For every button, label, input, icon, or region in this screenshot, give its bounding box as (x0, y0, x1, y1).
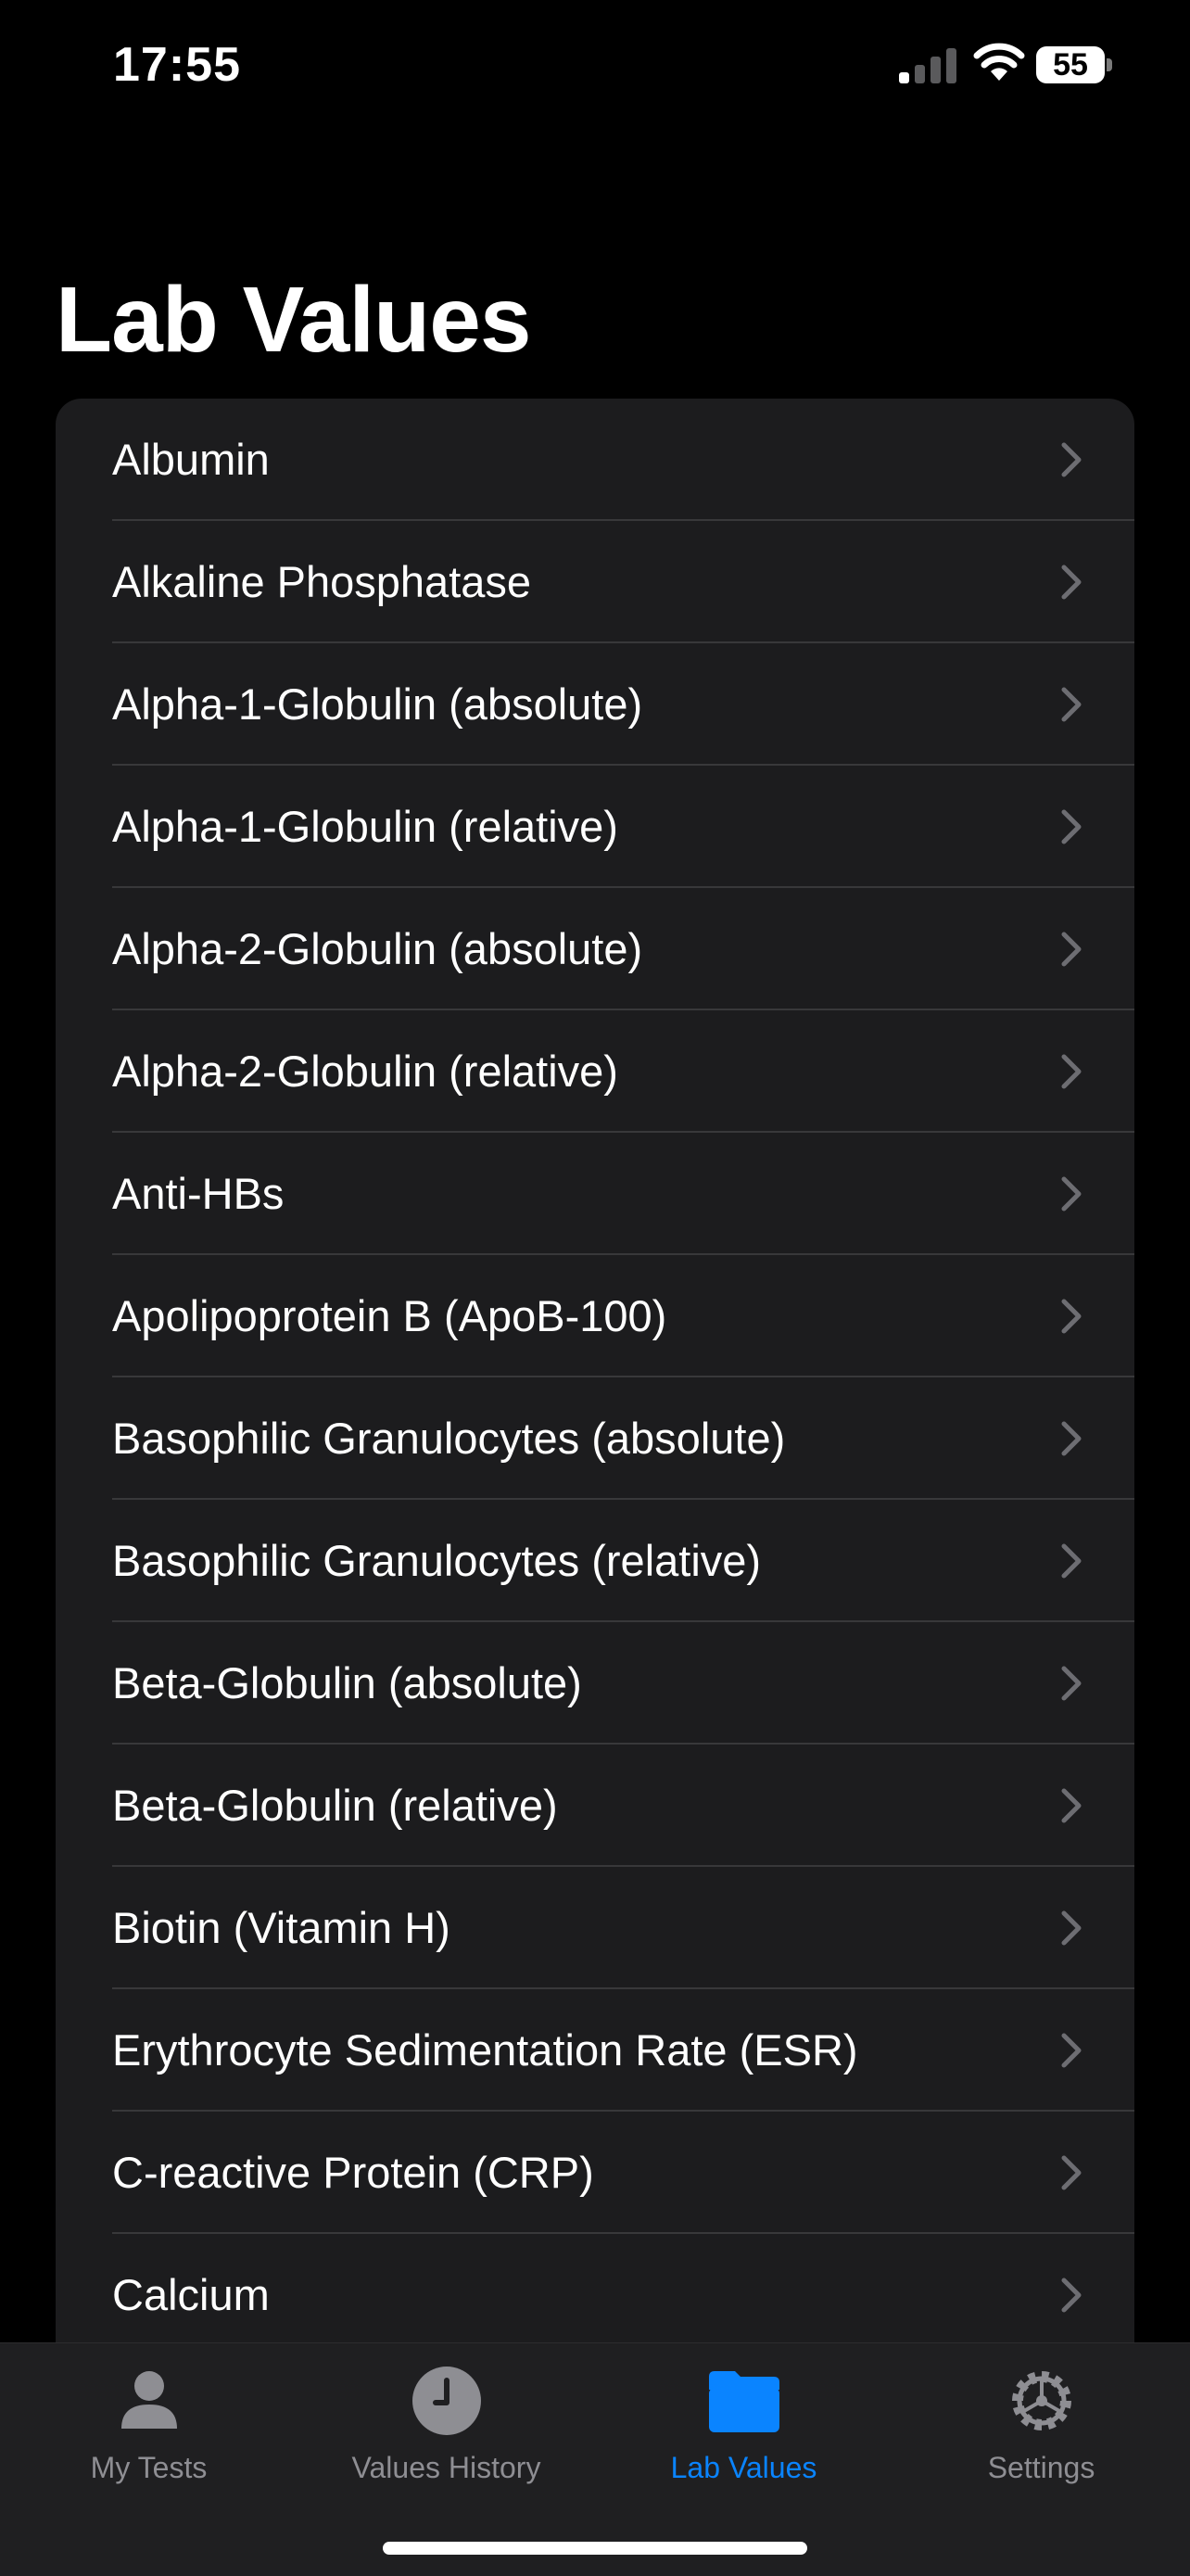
list-item[interactable]: Beta-Globulin (relative) (56, 1745, 1134, 1867)
folder-icon (708, 2371, 779, 2432)
chevron-right-icon (1061, 2278, 1082, 2313)
chevron-right-icon (1061, 565, 1082, 600)
tab-label: My Tests (90, 2451, 208, 2484)
list-item-label: C-reactive Protein (CRP) (112, 2148, 594, 2197)
list-item-label: Calcium (112, 2270, 270, 2319)
list-item[interactable]: Alpha-2-Globulin (relative) (56, 1010, 1134, 1133)
list-item[interactable]: Albumin (56, 399, 1134, 521)
list-item-label: Albumin (112, 435, 270, 484)
chevron-right-icon (1061, 442, 1082, 477)
list-item-label: Alpha-1-Globulin (absolute) (112, 679, 643, 729)
list-item[interactable]: Basophilic Granulocytes (absolute) (56, 1377, 1134, 1500)
battery-icon: 55 (1036, 46, 1112, 83)
status-time: 17:55 (113, 38, 241, 92)
list-item[interactable]: Basophilic Granulocytes (relative) (56, 1500, 1134, 1622)
chevron-right-icon (1061, 932, 1082, 967)
list-item[interactable]: Alkaline Phosphatase (56, 521, 1134, 643)
chevron-right-icon (1061, 2155, 1082, 2190)
home-indicator (383, 2542, 807, 2555)
list-item[interactable]: Alpha-2-Globulin (absolute) (56, 888, 1134, 1010)
list-item-label: Alpha-2-Globulin (relative) (112, 1047, 618, 1096)
list-item-label: Beta-Globulin (absolute) (112, 1658, 582, 1707)
chevron-right-icon (1061, 2033, 1082, 2068)
chevron-right-icon (1061, 1666, 1082, 1701)
chevron-right-icon (1061, 687, 1082, 722)
chevron-right-icon (1061, 1176, 1082, 1212)
tab-settings[interactable]: Settings (892, 2343, 1190, 2510)
list-item-label: Biotin (Vitamin H) (112, 1903, 450, 1952)
clock-icon (411, 2367, 481, 2435)
list-item[interactable]: Erythrocyte Sedimentation Rate (ESR) (56, 1989, 1134, 2112)
person-icon (120, 2371, 177, 2429)
list-item-label: Alpha-2-Globulin (absolute) (112, 924, 643, 973)
list-item[interactable]: Anti-HBs (56, 1133, 1134, 1255)
chevron-right-icon (1061, 1299, 1082, 1334)
chevron-right-icon (1061, 1421, 1082, 1456)
page-title: Lab Values (56, 268, 531, 372)
wifi-icon (973, 43, 1025, 81)
list-item[interactable]: Biotin (Vitamin H) (56, 1867, 1134, 1989)
chevron-right-icon (1061, 1054, 1082, 1089)
status-bar: 17:55 55 (0, 0, 1190, 139)
gear-icon (1011, 2371, 1071, 2430)
tab-label: Values History (351, 2451, 541, 2484)
list-item[interactable]: Calcium (56, 2234, 1134, 2356)
tab-label: Settings (987, 2451, 1095, 2484)
list-item-label: Apolipoprotein B (ApoB-100) (112, 1291, 667, 1340)
list-item[interactable]: Apolipoprotein B (ApoB-100) (56, 1255, 1134, 1377)
list-item[interactable]: C-reactive Protein (CRP) (56, 2112, 1134, 2234)
list-item[interactable]: Alpha-1-Globulin (relative) (56, 766, 1134, 888)
cellular-signal-icon (899, 48, 956, 83)
chevron-right-icon (1061, 1543, 1082, 1579)
list-item[interactable]: Alpha-1-Globulin (absolute) (56, 643, 1134, 766)
chevron-right-icon (1061, 809, 1082, 844)
list-item[interactable]: Beta-Globulin (absolute) (56, 1622, 1134, 1745)
lab-values-list: Albumin Alkaline Phosphatase Alpha-1-Glo… (56, 399, 1134, 2575)
list-item-label: Alpha-1-Globulin (relative) (112, 802, 618, 851)
list-item-label: Erythrocyte Sedimentation Rate (ESR) (112, 2025, 858, 2075)
battery-level: 55 (1053, 47, 1088, 82)
chevron-right-icon (1061, 1910, 1082, 1946)
list-item-label: Alkaline Phosphatase (112, 557, 532, 606)
list-item-label: Basophilic Granulocytes (absolute) (112, 1414, 786, 1463)
tab-label: Lab Values (670, 2451, 817, 2484)
tab-bar: My Tests Values History Lab Values Setti… (0, 2342, 1190, 2576)
list-item-label: Beta-Globulin (relative) (112, 1781, 558, 1830)
chevron-right-icon (1061, 1788, 1082, 1823)
list-item-label: Basophilic Granulocytes (relative) (112, 1536, 762, 1585)
tab-lab-values[interactable]: Lab Values (595, 2343, 892, 2510)
list-item-label: Anti-HBs (112, 1169, 285, 1218)
tab-values-history[interactable]: Values History (298, 2343, 595, 2510)
tab-my-tests[interactable]: My Tests (0, 2343, 298, 2510)
